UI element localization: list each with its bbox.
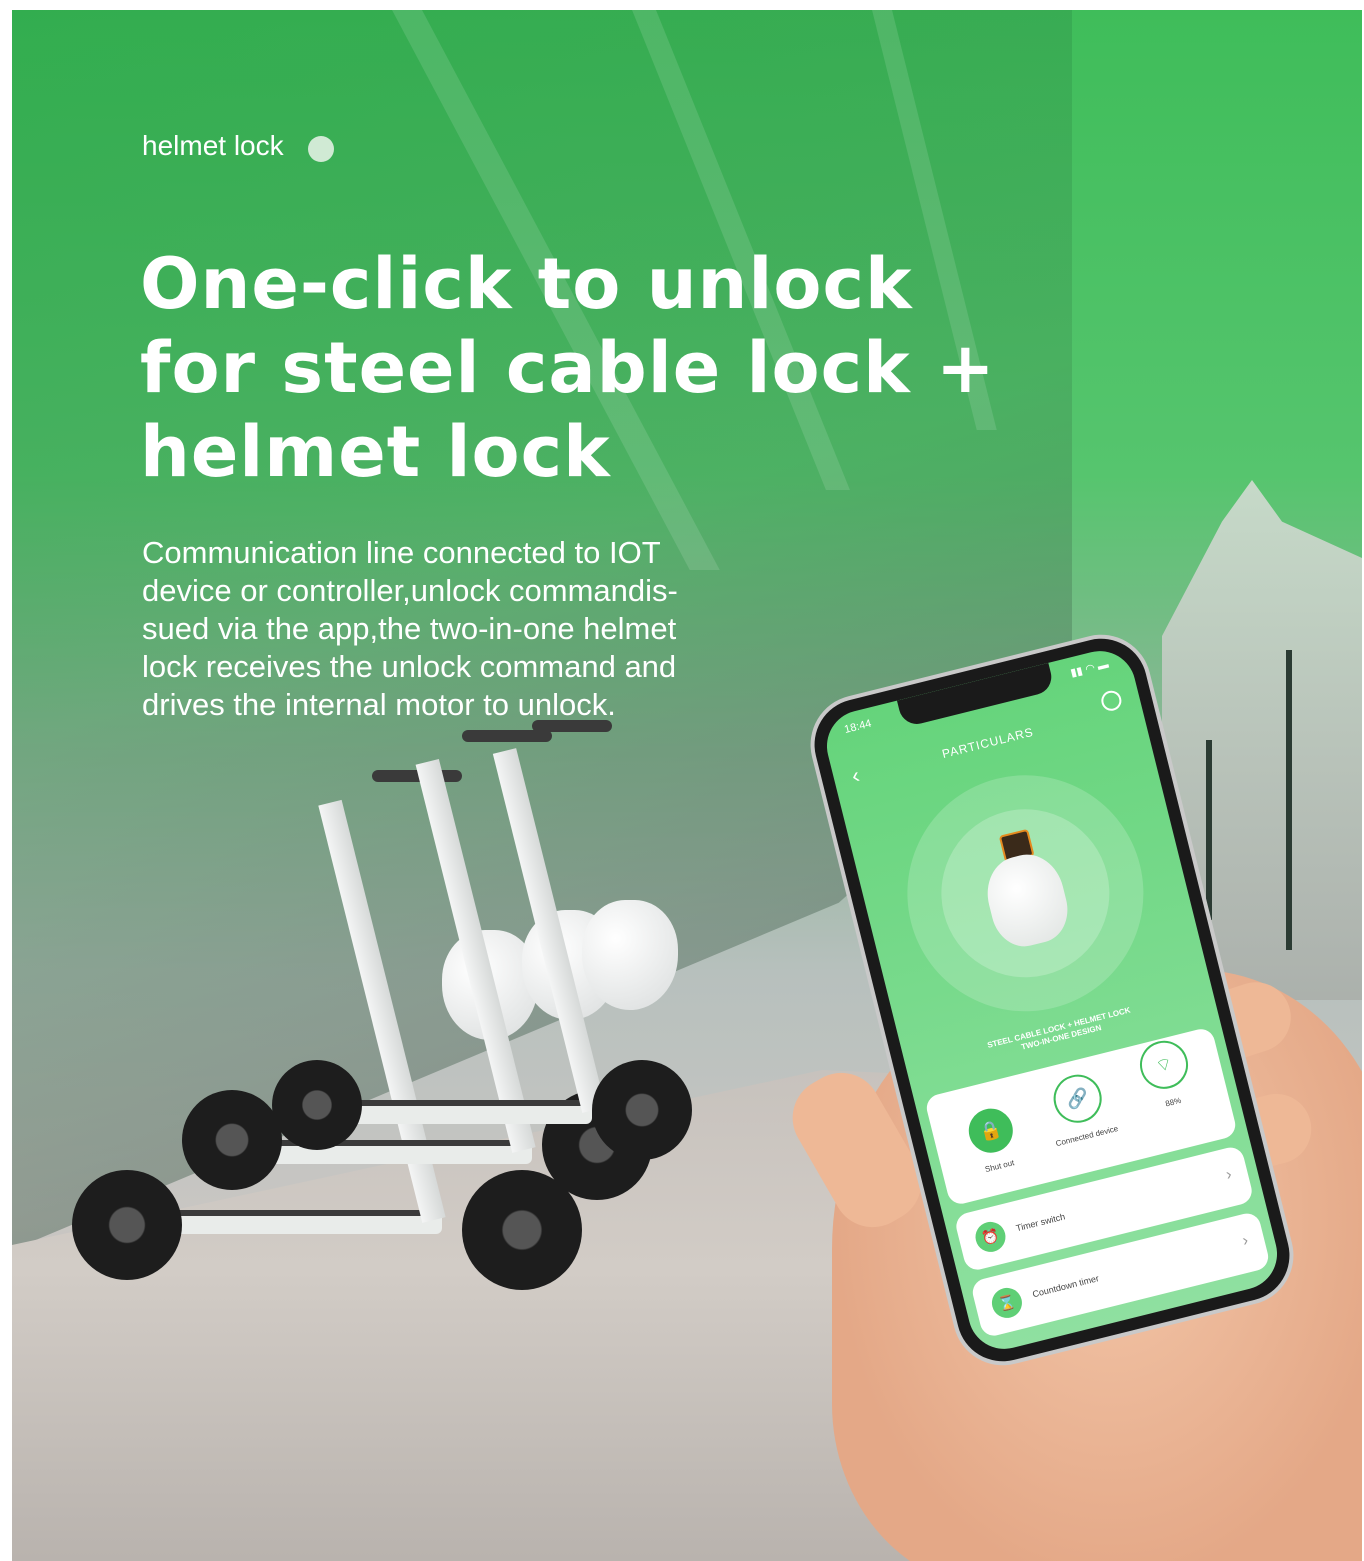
street-lamp — [1206, 740, 1212, 920]
tag-dot-icon — [308, 136, 334, 162]
chevron-right-icon: › — [1240, 1231, 1250, 1250]
street-lamp — [1286, 650, 1292, 950]
stat-signal[interactable]: ⌔ 88% — [1115, 1031, 1219, 1118]
row-label: Timer switch — [1014, 1211, 1067, 1234]
rear-wheel — [272, 1060, 362, 1150]
stat-connected-device[interactable]: 🔗 Connected device — [1028, 1065, 1132, 1152]
description-line: sued via the app,the two-in-one helmet — [142, 611, 677, 646]
row-label: Countdown timer — [1031, 1273, 1100, 1300]
hourglass-icon: ⌛ — [988, 1284, 1026, 1322]
headline: One-click to unlock for steel cable lock… — [140, 242, 1040, 494]
stat-label: Connected device — [1054, 1123, 1120, 1149]
link-icon: 🔗 — [1048, 1069, 1107, 1128]
category-tag: helmet lock — [142, 130, 284, 161]
rear-wheel — [182, 1090, 282, 1190]
stat-shut-out[interactable]: 🔒 Shut out — [942, 1098, 1045, 1181]
scooter — [272, 720, 692, 1190]
headline-line: helmet lock — [140, 411, 611, 493]
description-line: drives the internal motor to unlock. — [142, 687, 616, 722]
scooter-deck — [332, 1100, 592, 1124]
description: Communication line connected to IOT devi… — [142, 534, 822, 724]
stat-label: 88% — [1164, 1095, 1183, 1109]
description-line: Communication line connected to IOT — [142, 535, 661, 570]
app-title: PARTICULARS — [940, 724, 1036, 762]
signal-battery-icon: ▮▮ ◠ ▬ — [1069, 658, 1110, 680]
headline-line: One-click to unlock — [140, 243, 913, 325]
banner-frame: helmet lock One-click to unlock for stee… — [12, 10, 1362, 1561]
helmet — [582, 900, 678, 1010]
headline-line: for steel cable lock + — [140, 327, 996, 409]
front-wheel — [592, 1060, 692, 1160]
alarm-clock-icon: ⏰ — [972, 1218, 1009, 1256]
status-time: 18:44 — [843, 717, 873, 736]
padlock-icon: 🔒 — [964, 1104, 1018, 1158]
wifi-icon: ⌔ — [1134, 1035, 1194, 1094]
description-line: lock receives the unlock command and — [142, 649, 677, 684]
chevron-right-icon: › — [1224, 1166, 1234, 1184]
stat-label: Shut out — [984, 1158, 1016, 1175]
description-line: device or controller,unlock commandis- — [142, 573, 678, 608]
rear-wheel — [72, 1170, 182, 1280]
